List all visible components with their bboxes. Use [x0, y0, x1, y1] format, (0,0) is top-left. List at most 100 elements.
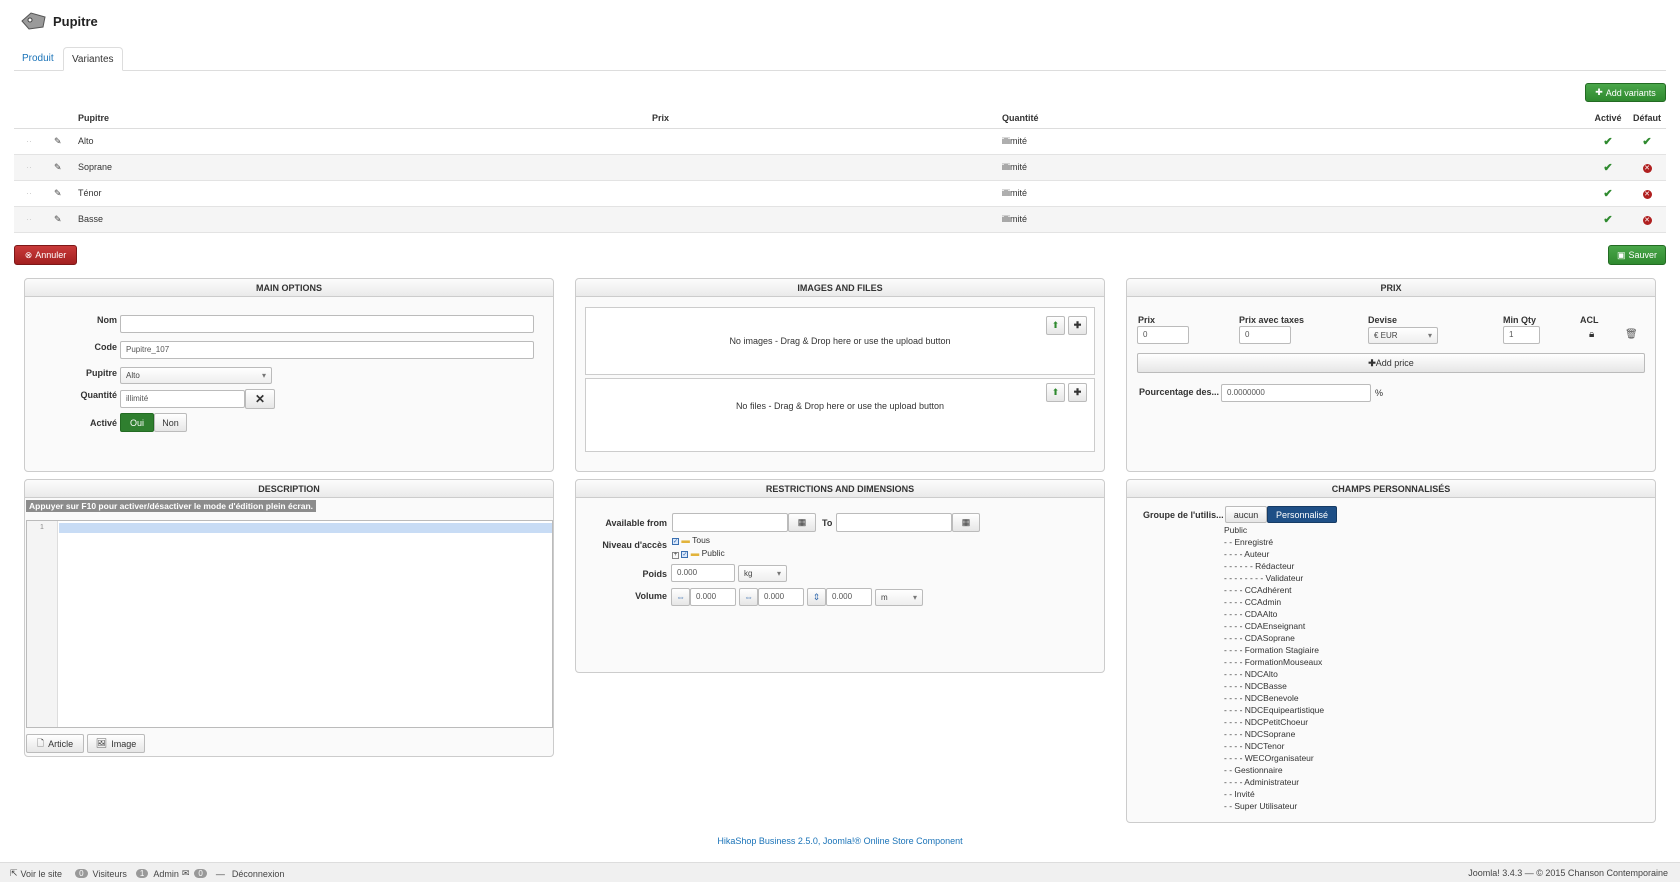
save-button[interactable]: ▣ Sauver [1608, 245, 1666, 265]
personnalise-toggle[interactable]: Personnalisé [1267, 506, 1337, 523]
variant-default[interactable]: ✕ [1628, 154, 1666, 181]
user-group-option[interactable]: - - - - NDCBasse [1224, 680, 1444, 692]
user-group-option[interactable]: Public [1224, 524, 1444, 536]
drag-handle-icon[interactable]: ·· [26, 136, 32, 146]
add-price-button[interactable]: ✚ Add price [1137, 353, 1645, 373]
cross-circle-icon[interactable]: ✕ [1642, 215, 1652, 225]
prix-taxes-input[interactable]: 0 [1239, 326, 1291, 344]
user-group-option[interactable]: - - - - WECOrganisateur [1224, 752, 1444, 764]
user-group-option[interactable]: - - - - CDASoprane [1224, 632, 1444, 644]
variant-default[interactable]: ✕ [1628, 206, 1666, 233]
available-from-input[interactable] [672, 513, 788, 532]
logout-link[interactable]: Déconnexion [232, 869, 285, 879]
image-button[interactable]: 🖼︎ Image [87, 734, 145, 753]
check-icon[interactable]: ✔ [1603, 136, 1612, 148]
user-group-option[interactable]: - - - - NDCTenor [1224, 740, 1444, 752]
user-group-option[interactable]: - - - - NDCPetitChoeur [1224, 716, 1444, 728]
clear-quantity-button[interactable]: ✕ [245, 389, 275, 409]
table-row[interactable]: ·· ✎ Ténor illimité ✔ ✕ [14, 180, 1666, 207]
code-editor[interactable]: 1 [26, 520, 553, 728]
poids-unit-select[interactable]: kg [738, 565, 787, 582]
user-group-option[interactable]: - - - - NDCSoprane [1224, 728, 1444, 740]
col-name[interactable]: Pupitre [74, 108, 648, 129]
user-group-option[interactable]: - - - - Administrateur [1224, 776, 1444, 788]
volume-unit-select[interactable]: m [875, 589, 923, 606]
add-variants-button[interactable]: ✚ Add variants [1585, 83, 1666, 102]
footer-link[interactable]: HikaShop Business 2.5.0, Joomla!® Online… [0, 836, 1680, 846]
volume-length-input[interactable]: 0.000 [690, 588, 736, 606]
user-group-option[interactable]: - - - - - - Rédacteur [1224, 560, 1444, 572]
user-group-option[interactable]: - - Super Utilisateur [1224, 800, 1444, 812]
calendar-from-button[interactable]: ▦ [788, 513, 816, 532]
min-qty-input[interactable]: 1 [1503, 326, 1540, 344]
col-default[interactable]: Défaut [1628, 108, 1666, 129]
col-price[interactable]: Prix [648, 108, 998, 129]
tab-variantes[interactable]: Variantes [63, 47, 123, 71]
user-group-option[interactable]: - - - - CCAdhérent [1224, 584, 1444, 596]
variant-default[interactable]: ✔ [1628, 128, 1666, 155]
upload-image-button[interactable]: ⬆ [1046, 316, 1065, 335]
active-yes-toggle[interactable]: Oui [120, 413, 154, 432]
checkbox-icon[interactable]: ✓ [672, 538, 679, 545]
cancel-button[interactable]: ⊗ Annuler [14, 245, 77, 265]
images-dropzone[interactable]: No images - Drag & Drop here or use the … [585, 307, 1095, 375]
tab-produit[interactable]: Produit [14, 47, 62, 71]
user-group-list[interactable]: Public - - Enregistré - - - - Auteur - - - … [1224, 524, 1444, 812]
poids-input[interactable]: 0.000 [671, 564, 735, 582]
devise-select[interactable]: € EUR [1368, 327, 1438, 344]
drag-handle-icon[interactable]: ·· [26, 214, 32, 224]
code-input[interactable]: Pupitre_107 [120, 341, 534, 359]
user-group-option[interactable]: - - - - CCAdmin [1224, 596, 1444, 608]
user-group-option[interactable]: - - - - Formation Stagiaire [1224, 644, 1444, 656]
table-row[interactable]: ·· ✎ Soprane illimité ✔ ✕ [14, 154, 1666, 181]
access-tree-item-public[interactable]: + ✓ ▬ Public [672, 548, 725, 559]
lock-icon[interactable]: 🔒︎ [1589, 329, 1594, 340]
user-group-option[interactable]: - - Gestionnaire [1224, 764, 1444, 776]
user-group-option[interactable]: - - - - NDCEquipeartistique [1224, 704, 1444, 716]
check-icon[interactable]: ✔ [1603, 214, 1612, 226]
files-dropzone[interactable]: No files - Drag & Drop here or use the u… [585, 378, 1095, 452]
check-icon[interactable]: ✔ [1603, 188, 1612, 200]
pourcentage-input[interactable]: 0.0000000 [1221, 384, 1371, 402]
volume-height-input[interactable]: 0.000 [826, 588, 872, 606]
variant-default[interactable]: ✕ [1628, 180, 1666, 207]
aucun-toggle[interactable]: aucun [1225, 506, 1267, 523]
table-row[interactable]: ·· ✎ Alto illimité ✔ ✔ [14, 128, 1666, 155]
editor-active-line[interactable] [59, 523, 552, 533]
prix-input[interactable]: 0 [1137, 326, 1189, 344]
user-group-option[interactable]: - - - - CDAAlto [1224, 608, 1444, 620]
col-quantity[interactable]: Quantité [998, 108, 1588, 129]
active-no-toggle[interactable]: Non [154, 413, 187, 432]
calendar-to-button[interactable]: ▦ [952, 513, 980, 532]
user-group-option[interactable]: - - Invité [1224, 788, 1444, 800]
user-group-option[interactable]: - - - - CDAEnseignant [1224, 620, 1444, 632]
access-tree-item-tous[interactable]: ✓ ▬ Tous [672, 535, 710, 545]
upload-file-button[interactable]: ⬆ [1046, 383, 1065, 402]
user-group-option[interactable]: - - - - NDCAlto [1224, 668, 1444, 680]
check-icon[interactable]: ✔ [1603, 162, 1612, 174]
messages-badge[interactable]: 0 [194, 869, 207, 878]
check-icon[interactable]: ✔ [1642, 136, 1651, 148]
edit-pencil-icon[interactable]: ✎ [54, 214, 62, 224]
edit-pencil-icon[interactable]: ✎ [54, 136, 62, 146]
user-group-option[interactable]: - - Enregistré [1224, 536, 1444, 548]
variant-active[interactable]: ✔ [1588, 154, 1628, 181]
article-button[interactable]: 🗋︎ Article [26, 734, 84, 753]
user-group-option[interactable]: - - - - NDCBenevole [1224, 692, 1444, 704]
user-group-option[interactable]: - - - - FormationMouseaux [1224, 656, 1444, 668]
nom-input[interactable] [120, 315, 534, 333]
trash-icon[interactable]: 🗑︎ [1625, 329, 1638, 340]
checkbox-icon[interactable]: ✓ [681, 551, 689, 558]
user-group-option[interactable]: - - - - - - - - Validateur [1224, 572, 1444, 584]
edit-pencil-icon[interactable]: ✎ [54, 188, 62, 198]
add-image-button[interactable]: ✚ [1068, 316, 1087, 335]
add-file-button[interactable]: ✚ [1068, 383, 1087, 402]
user-group-option[interactable]: - - - - Auteur [1224, 548, 1444, 560]
variant-active[interactable]: ✔ [1588, 180, 1628, 207]
drag-handle-icon[interactable]: ·· [26, 188, 32, 198]
variant-active[interactable]: ✔ [1588, 128, 1628, 155]
drag-handle-icon[interactable]: ·· [26, 162, 32, 172]
available-to-input[interactable] [836, 513, 952, 532]
cross-circle-icon[interactable]: ✕ [1642, 189, 1652, 199]
pupitre-select[interactable]: Alto [120, 367, 272, 384]
